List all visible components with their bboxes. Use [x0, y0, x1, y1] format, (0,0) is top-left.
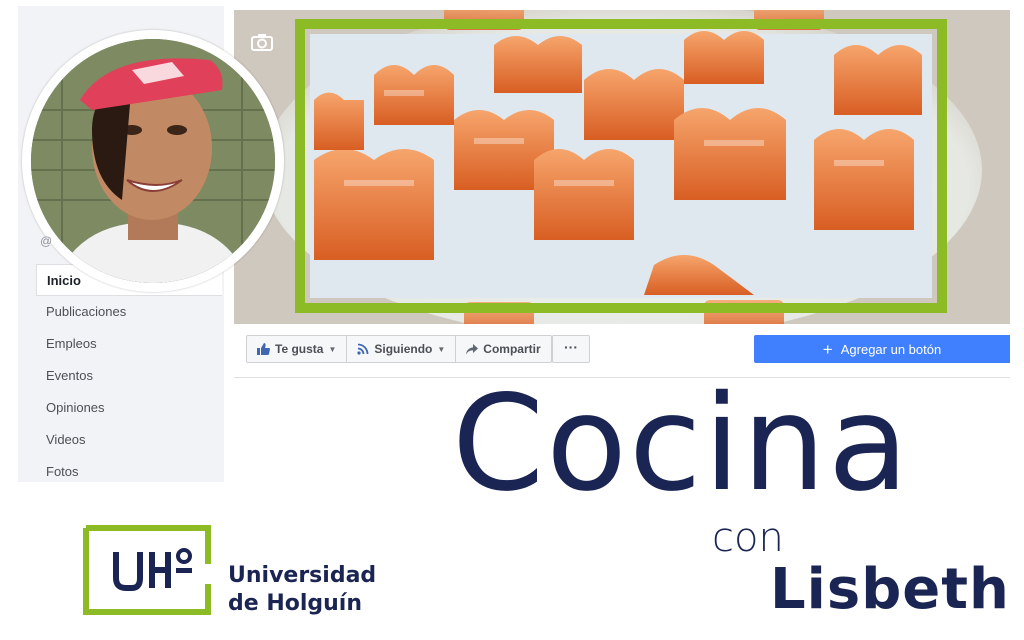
cover-photo[interactable] — [234, 10, 1010, 324]
add-button-label: Agregar un botón — [840, 341, 942, 357]
share-label: Compartir — [483, 342, 541, 356]
title-connector: con — [712, 515, 784, 561]
share-arrow-icon — [466, 343, 479, 354]
add-button[interactable]: + Agregar un botón — [754, 335, 1010, 363]
university-name-line1: Universidad — [228, 563, 377, 588]
chevron-down-icon: ▼ — [437, 344, 446, 354]
title-name: Lisbeth — [770, 557, 1010, 622]
share-button[interactable]: Compartir — [456, 336, 550, 362]
plus-icon: + — [822, 339, 833, 359]
nav-item-publicaciones[interactable]: Publicaciones — [36, 296, 222, 328]
nav-item-fotos[interactable]: Fotos — [36, 456, 222, 488]
more-options-button[interactable]: ··· — [552, 335, 590, 363]
page-nav: Inicio Publicaciones Empleos Eventos Opi… — [36, 264, 222, 488]
at-icon: @ — [40, 234, 53, 248]
nav-item-eventos[interactable]: Eventos — [36, 360, 222, 392]
following-button[interactable]: Siguiendo ▼ — [347, 336, 457, 362]
like-button[interactable]: Te gusta ▼ — [247, 336, 348, 362]
nav-item-videos[interactable]: Videos — [36, 424, 222, 456]
university-logo — [83, 525, 211, 615]
profile-image — [31, 39, 275, 283]
camera-icon[interactable] — [250, 32, 274, 52]
following-label: Siguiendo — [374, 342, 433, 356]
page-actions-group: Te gusta ▼ Siguiendo ▼ Compartir — [246, 335, 552, 363]
university-name-line2: de Holguín — [228, 591, 363, 616]
title-main: Cocina — [452, 367, 911, 521]
cover-image — [234, 10, 1010, 324]
thumbs-up-icon — [257, 343, 270, 355]
chevron-down-icon: ▼ — [328, 344, 337, 354]
university-name: Universidad de Holguín — [228, 562, 376, 618]
nav-item-opiniones[interactable]: Opiniones — [36, 392, 222, 424]
rss-icon — [357, 343, 369, 355]
like-label: Te gusta — [275, 342, 324, 356]
profile-picture[interactable] — [22, 30, 284, 292]
nav-item-empleos[interactable]: Empleos — [36, 328, 222, 360]
